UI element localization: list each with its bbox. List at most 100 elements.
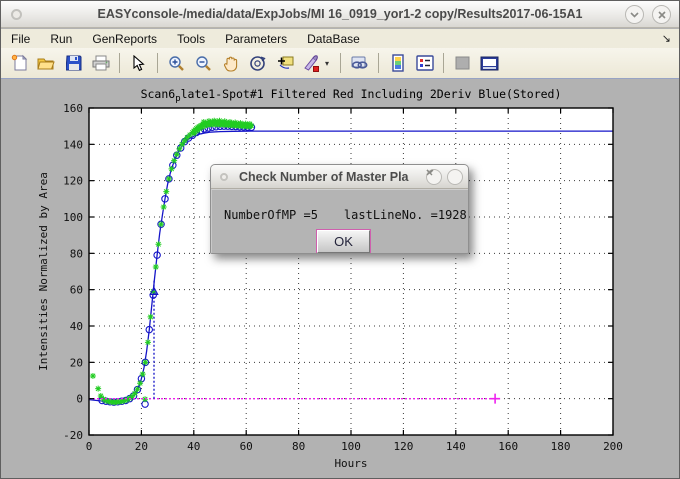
- y-axis-label: Intensities Normalized by Area: [37, 172, 50, 371]
- dialog-ok-button[interactable]: OK: [317, 230, 370, 253]
- print-figure-icon[interactable]: [87, 51, 114, 75]
- plot-background: [89, 108, 613, 435]
- menu-run[interactable]: Run: [40, 31, 82, 47]
- menu-tools[interactable]: Tools: [167, 31, 215, 47]
- raw-asterisks-marker: [171, 158, 177, 164]
- figure-area[interactable]: 020406080100120140160180200-200204060801…: [1, 79, 679, 478]
- raw-asterisks-marker: [166, 176, 172, 182]
- y-tick-label: 80: [70, 247, 83, 260]
- raw-asterisks-marker: [227, 119, 233, 125]
- raw-asterisks-marker: [237, 120, 243, 126]
- close-icon: [658, 11, 666, 19]
- figure-toolbar: ▾: [1, 48, 679, 79]
- zoom-out-icon[interactable]: [190, 51, 217, 75]
- x-tick-label: 40: [187, 440, 200, 453]
- x-tick-label: 120: [393, 440, 413, 453]
- toolbar-separator: [378, 53, 379, 73]
- y-tick-label: 140: [63, 138, 83, 151]
- toolbar-separator: [340, 53, 341, 73]
- menu-genreports[interactable]: GenReports: [82, 31, 167, 47]
- new-figure-icon[interactable]: [6, 51, 33, 75]
- brush-data-icon[interactable]: [298, 51, 325, 75]
- open-file-icon[interactable]: [33, 51, 60, 75]
- raw-asterisks-marker: [153, 264, 159, 270]
- raw-asterisks-marker: [216, 118, 222, 124]
- y-tick-label: 160: [63, 102, 83, 115]
- y-tick-label: -20: [63, 429, 83, 442]
- link-plots-icon[interactable]: [346, 51, 373, 75]
- raw-asterisks-marker: [142, 359, 148, 365]
- toolbar-separator: [157, 53, 158, 73]
- raw-asterisks-marker: [137, 380, 143, 386]
- toolbar-separator: [443, 53, 444, 73]
- menubar: File Run GenReports Tools Parameters Dat…: [1, 29, 679, 48]
- raw-asterisks-marker: [155, 241, 161, 247]
- raw-asterisks-marker: [222, 118, 228, 124]
- minimize-button[interactable]: [625, 5, 644, 24]
- raw-asterisks-marker: [201, 119, 207, 125]
- y-tick-label: 20: [70, 356, 83, 369]
- brush-dropdown-icon[interactable]: ▾: [325, 59, 335, 68]
- growth-curve-chart: 020406080100120140160180200-200204060801…: [1, 79, 680, 479]
- x-tick-label: 180: [551, 440, 571, 453]
- insert-colorbar-icon[interactable]: [384, 51, 411, 75]
- y-tick-label: 120: [63, 175, 83, 188]
- x-tick-label: 160: [498, 440, 518, 453]
- raw-asterisks-marker: [247, 121, 253, 127]
- raw-asterisks-marker: [169, 166, 175, 172]
- save-figure-icon[interactable]: [60, 51, 87, 75]
- x-tick-label: 80: [292, 440, 305, 453]
- raw-asterisks-marker: [206, 118, 212, 124]
- x-axis-label: Hours: [334, 457, 367, 470]
- dialog-message-lastlineno: lastLineNo. =1928: [344, 208, 467, 222]
- raw-asterisks-marker: [145, 339, 151, 345]
- raw-asterisks-marker: [90, 373, 96, 379]
- rotate-3d-icon[interactable]: [244, 51, 271, 75]
- close-icon: [426, 169, 433, 176]
- y-tick-label: 0: [76, 393, 83, 406]
- titlebar: EASYconsole-/media/data/ExpJobs/MI 16_09…: [1, 1, 679, 28]
- dialog-menu-icon[interactable]: [220, 173, 228, 181]
- dialog-title: Check Number of Master Pla: [239, 170, 409, 184]
- pan-hand-icon[interactable]: [217, 51, 244, 75]
- raw-asterisks-marker: [95, 386, 101, 392]
- raw-asterisks-marker: [134, 386, 140, 392]
- raw-asterisks-marker: [158, 221, 164, 227]
- close-button[interactable]: [652, 5, 671, 24]
- chevron-down-icon: [630, 12, 639, 18]
- dialog-check-number-of-master-plates: Check Number of Master Pla NumberOfMP =5…: [210, 164, 469, 254]
- zoom-in-icon[interactable]: [163, 51, 190, 75]
- edit-plot-arrow-icon[interactable]: [125, 51, 152, 75]
- menu-parameters[interactable]: Parameters: [215, 31, 297, 47]
- window-title: EASYconsole-/media/data/ExpJobs/MI 16_09…: [1, 7, 679, 21]
- x-tick-label: 100: [341, 440, 361, 453]
- x-tick-label: 200: [603, 440, 623, 453]
- dialog-titlebar: Check Number of Master Pla: [211, 165, 468, 189]
- dialog-message: NumberOfMP =5 lastLineNo. =1928: [224, 208, 467, 222]
- y-tick-label: 100: [63, 211, 83, 224]
- raw-asterisks-marker: [161, 204, 167, 210]
- y-tick-label: 40: [70, 320, 83, 333]
- dialog-close-button[interactable]: [447, 169, 463, 185]
- show-plot-tools-icon[interactable]: [476, 51, 503, 75]
- raw-asterisks-marker: [132, 390, 138, 396]
- app-window: EASYconsole-/media/data/ExpJobs/MI 16_09…: [0, 0, 680, 479]
- menu-file[interactable]: File: [1, 31, 40, 47]
- raw-asterisks-marker: [179, 141, 185, 147]
- raw-asterisks-marker: [174, 151, 180, 157]
- y-tick-label: 60: [70, 284, 83, 297]
- raw-asterisks-marker: [211, 118, 217, 124]
- data-cursor-icon[interactable]: [271, 51, 298, 75]
- raw-asterisks-marker: [232, 120, 238, 126]
- dialog-message-numberofmp: NumberOfMP =5: [224, 208, 318, 222]
- dialog-body: NumberOfMP =5 lastLineNo. =1928 OK: [211, 189, 468, 254]
- x-tick-label: 0: [86, 440, 93, 453]
- x-tick-label: 20: [135, 440, 148, 453]
- insert-legend-icon[interactable]: [411, 51, 438, 75]
- raw-asterisks-marker: [148, 314, 154, 320]
- hide-plot-tools-icon[interactable]: [449, 51, 476, 75]
- raw-asterisks-marker: [176, 146, 182, 152]
- window-menu-icon[interactable]: [11, 9, 22, 20]
- menu-overflow-arrow-icon[interactable]: ↘: [654, 32, 679, 45]
- menu-database[interactable]: DataBase: [297, 31, 370, 47]
